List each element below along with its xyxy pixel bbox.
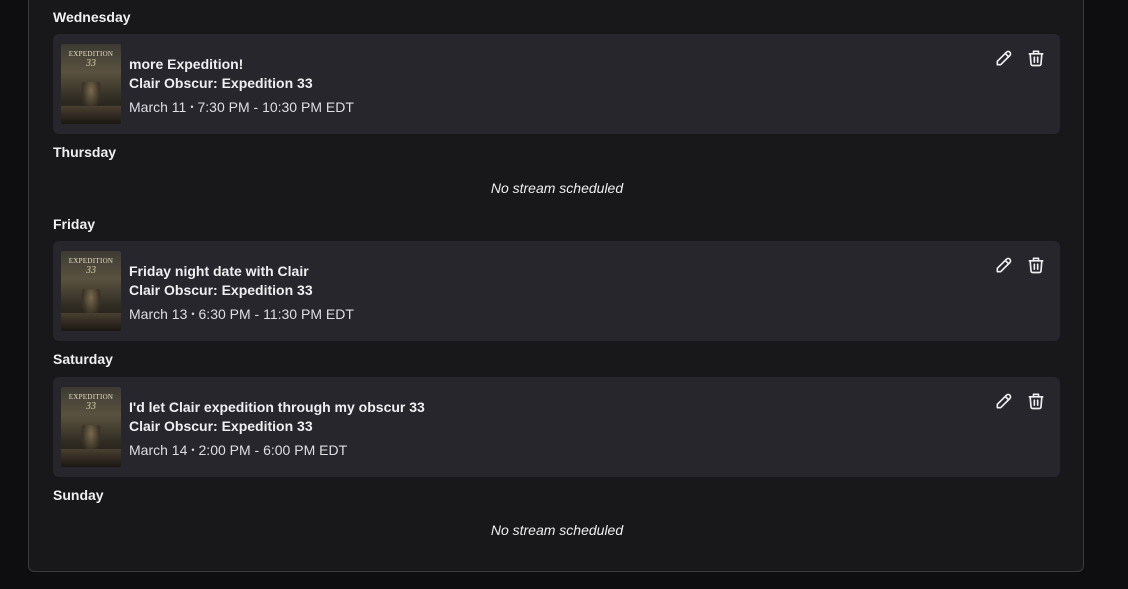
stream-time: March 11 • 7:30 PM - 10:30 PM EDT	[129, 98, 354, 116]
stream-info: Friday night date with Clair Clair Obscu…	[129, 262, 354, 323]
card-actions	[994, 255, 1046, 275]
pencil-icon	[996, 257, 1012, 273]
stream-time-range: 2:00 PM - 6:00 PM EDT	[198, 442, 348, 458]
thumbnail-title: EXPEDITION	[68, 50, 114, 58]
delete-button[interactable]	[1026, 48, 1046, 68]
stream-game: Clair Obscur: Expedition 33	[129, 75, 313, 91]
no-stream-text: No stream scheduled	[490, 522, 624, 538]
stream-date: March 14	[129, 442, 188, 458]
trash-icon	[1028, 393, 1044, 410]
thumbnail-title: EXPEDITION	[68, 257, 114, 265]
game-thumbnail: EXPEDITION 33	[61, 251, 121, 331]
edit-button[interactable]	[994, 48, 1014, 68]
trash-icon	[1028, 257, 1044, 274]
stream-date: March 13	[129, 306, 188, 322]
stream-card-wednesday[interactable]: EXPEDITION 33 more Expedition! Clair Obs…	[53, 34, 1060, 134]
game-thumbnail: EXPEDITION 33	[61, 387, 121, 467]
stream-title: Friday night date with Clair	[129, 263, 309, 279]
thumbnail-number: 33	[86, 265, 96, 276]
thumbnail-title: EXPEDITION	[68, 393, 114, 401]
pencil-icon	[996, 50, 1012, 66]
stream-game: Clair Obscur: Expedition 33	[129, 282, 313, 298]
day-label-saturday: Saturday	[53, 351, 113, 367]
thumbnail-number: 33	[86, 401, 96, 412]
stream-info: I'd let Clair expedition through my obsc…	[129, 398, 425, 459]
stream-info: more Expedition! Clair Obscur: Expeditio…	[129, 55, 354, 116]
day-label-sunday: Sunday	[53, 487, 104, 503]
delete-button[interactable]	[1026, 391, 1046, 411]
game-thumbnail: EXPEDITION 33	[61, 44, 121, 124]
separator-dot: •	[191, 445, 195, 455]
day-label-friday: Friday	[53, 216, 96, 232]
schedule-panel: Wednesday EXPEDITION 33 more Expedition!…	[28, 0, 1084, 572]
stream-title: more Expedition!	[129, 56, 244, 72]
day-label-thursday: Thursday	[53, 144, 117, 160]
separator-dot: •	[190, 102, 194, 112]
edit-button[interactable]	[994, 391, 1014, 411]
stream-title: I'd let Clair expedition through my obsc…	[129, 399, 425, 415]
separator-dot: •	[191, 309, 195, 319]
stream-date: March 11	[129, 99, 187, 115]
stream-card-saturday[interactable]: EXPEDITION 33 I'd let Clair expedition t…	[53, 377, 1060, 477]
stream-time: March 13 • 6:30 PM - 11:30 PM EDT	[129, 305, 354, 323]
pencil-icon	[996, 393, 1012, 409]
stream-time-range: 7:30 PM - 10:30 PM EDT	[197, 99, 354, 115]
thumbnail-number: 33	[86, 58, 96, 69]
card-actions	[994, 391, 1046, 411]
day-label-wednesday: Wednesday	[53, 9, 131, 25]
stream-card-friday[interactable]: EXPEDITION 33 Friday night date with Cla…	[53, 241, 1060, 341]
no-stream-text: No stream scheduled	[490, 180, 624, 196]
trash-icon	[1028, 50, 1044, 67]
stream-time-range: 6:30 PM - 11:30 PM EDT	[198, 306, 354, 322]
stream-game: Clair Obscur: Expedition 33	[129, 418, 313, 434]
edit-button[interactable]	[994, 255, 1014, 275]
stream-time: March 14 • 2:00 PM - 6:00 PM EDT	[129, 441, 425, 459]
delete-button[interactable]	[1026, 255, 1046, 275]
card-actions	[994, 48, 1046, 68]
